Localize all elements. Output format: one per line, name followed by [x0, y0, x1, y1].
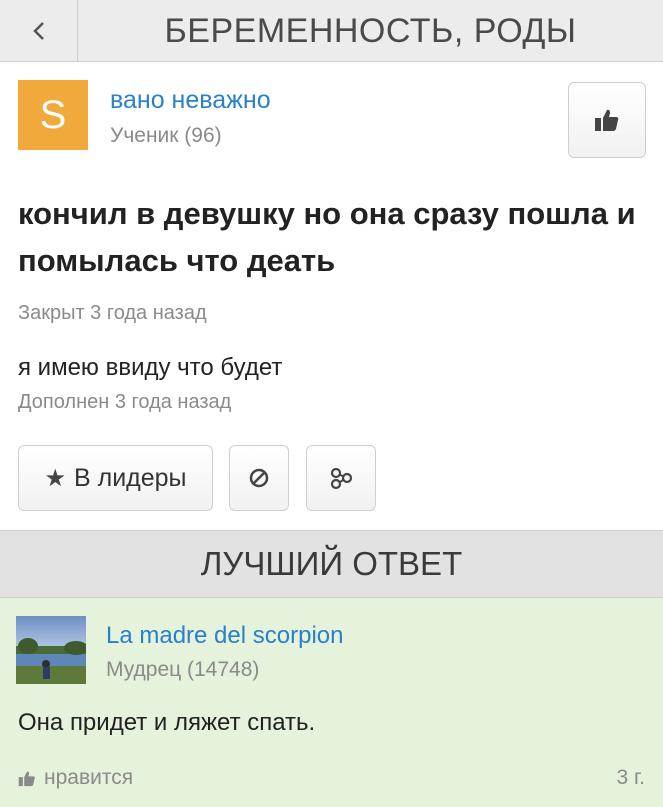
- back-button[interactable]: [0, 0, 78, 62]
- answer-author-avatar[interactable]: [16, 616, 86, 684]
- like-answer-button[interactable]: нравится: [18, 766, 133, 790]
- likes-label: нравится: [44, 766, 134, 789]
- answer-timestamp: 3 г.: [616, 766, 645, 789]
- top-bar: БЕРЕМЕННОСТЬ, РОДЫ: [0, 0, 663, 62]
- best-answer: La madre del scorpion Мудрец (14748) Она…: [0, 598, 663, 807]
- to-leaders-button[interactable]: ★ В лидеры: [18, 445, 213, 511]
- like-button[interactable]: [568, 82, 646, 158]
- question-title: кончил в девушку но она сразу пошла и по…: [18, 196, 636, 278]
- star-icon: ★: [44, 464, 66, 492]
- closed-status: Закрыт 3 года назад: [18, 302, 207, 324]
- addition-timestamp: Дополнен 3 года назад: [18, 391, 232, 413]
- answer-text: Она придет и ляжет спать.: [18, 709, 316, 736]
- best-answer-header: ЛУЧШИЙ ОТВЕТ: [0, 530, 663, 598]
- question-addition: я имею ввиду что будет: [18, 354, 283, 381]
- share-icon: [330, 467, 353, 490]
- answer-author-rank: Мудрец (14748): [106, 658, 260, 681]
- category-title: БЕРЕМЕННОСТЬ, РОДЫ: [164, 11, 577, 50]
- thumbs-up-icon: [18, 770, 35, 786]
- report-button[interactable]: [229, 445, 289, 511]
- author-rank: Ученик (96): [110, 124, 222, 147]
- answer-author-name-link[interactable]: La madre del scorpion: [106, 622, 343, 650]
- thumbs-up-icon: [595, 109, 619, 131]
- block-icon: [249, 468, 269, 488]
- to-leaders-label: В лидеры: [73, 463, 187, 492]
- avatar[interactable]: S: [18, 80, 88, 150]
- author-name-link[interactable]: вано неважно: [110, 86, 271, 115]
- chevron-left-icon: [32, 22, 44, 40]
- share-button[interactable]: [306, 445, 376, 511]
